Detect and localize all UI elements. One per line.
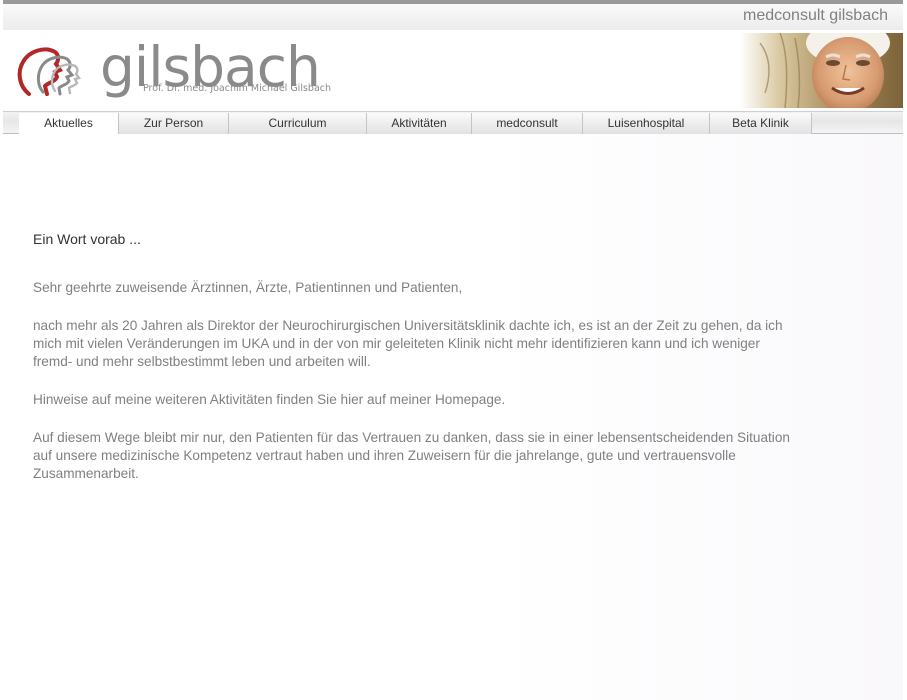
nav-medconsult[interactable]: medconsult <box>472 113 583 134</box>
header: gilsbach Prof. Dr. med. Joachim Michael … <box>3 30 903 110</box>
nav-aktivitaeten[interactable]: Aktivitäten <box>367 113 472 134</box>
nav-curriculum[interactable]: Curriculum <box>229 113 367 134</box>
content-heading: Ein Wort vorab ... <box>33 231 141 247</box>
main-content: Ein Wort vorab ... Sehr geehrte zuweisen… <box>33 230 793 503</box>
site-tagline[interactable]: medconsult gilsbach <box>743 7 888 25</box>
content-paragraph: Auf diesem Wege bleibt mir nur, den Pati… <box>33 430 790 481</box>
nav-aktuelles[interactable]: Aktuelles <box>19 113 119 134</box>
nav-luisenhospital[interactable]: Luisenhospital <box>583 113 710 134</box>
nav-beta-klinik[interactable]: Beta Klinik <box>710 113 812 134</box>
logo-subtitle: Prof. Dr. med. Joachim Michael Gilsbach <box>143 83 332 94</box>
portrait-photo <box>740 33 903 108</box>
top-bar: medconsult gilsbach <box>3 0 903 30</box>
content-paragraph: Sehr geehrte zuweisende Ärztinnen, Ärzte… <box>33 280 463 295</box>
content-paragraph: nach mehr als 20 Jahren als Direktor der… <box>33 318 783 369</box>
profile-heads-icon[interactable] <box>15 42 85 102</box>
main-navigation: Aktuelles Zur Person Curriculum Aktivitä… <box>3 111 903 134</box>
nav-zur-person[interactable]: Zur Person <box>119 113 229 134</box>
page-frame: medconsult gilsbach gilsbach Prof. Dr. m… <box>3 0 903 700</box>
content-paragraph: Hinweise auf meine weiteren Aktivitäten … <box>33 392 506 407</box>
